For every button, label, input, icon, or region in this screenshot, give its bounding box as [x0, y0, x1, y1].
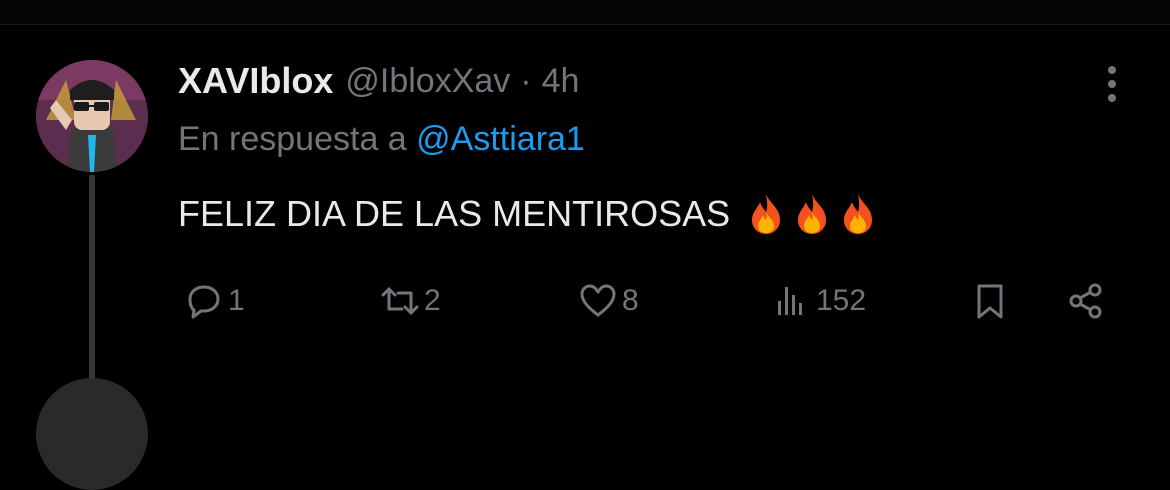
reply-prefix: En respuesta a [178, 120, 407, 158]
bookmark-icon [977, 284, 1003, 319]
separator-dot: · [520, 61, 532, 100]
fire-icon [798, 194, 827, 234]
timestamp[interactable]: 4h [542, 62, 580, 101]
more-options-icon[interactable] [1094, 62, 1130, 106]
reply-count: 1 [228, 284, 245, 317]
avatar[interactable] [36, 60, 148, 172]
bookmark-button[interactable] [970, 276, 1010, 326]
retweet-icon [381, 287, 419, 315]
fire-icon [752, 194, 781, 234]
retweet-count: 2 [424, 284, 441, 317]
fire-icon [844, 194, 873, 234]
heart-icon [580, 284, 616, 317]
reply-icon [188, 285, 220, 319]
top-divider [0, 0, 1170, 25]
retweet-button[interactable]: 2 [380, 276, 441, 326]
reply-mention-link[interactable]: @Asttiara1 [416, 120, 585, 158]
action-bar: 1 2 8 152 [0, 276, 1170, 326]
tweet-body: FELIZ DIA DE LAS MENTIROSAS [178, 193, 731, 234]
reply-button[interactable]: 1 [184, 276, 245, 326]
analytics-icon [778, 287, 802, 315]
user-handle[interactable]: @IbloxXav [345, 62, 510, 101]
views-button[interactable]: 152 [772, 276, 866, 326]
tweet-text: FELIZ DIA DE LAS MENTIROSAS [178, 192, 878, 236]
like-button[interactable]: 8 [578, 276, 639, 326]
reply-context: En respuesta a @Asttiara1 [178, 120, 585, 159]
display-name[interactable]: XAVIblox [178, 60, 333, 102]
tweet-header: XAVIblox @IbloxXav · 4h [178, 56, 579, 106]
share-icon [1069, 283, 1102, 319]
like-count: 8 [622, 284, 639, 317]
share-button[interactable] [1066, 276, 1106, 326]
next-tweet-avatar[interactable] [36, 378, 148, 490]
view-count: 152 [816, 284, 867, 317]
